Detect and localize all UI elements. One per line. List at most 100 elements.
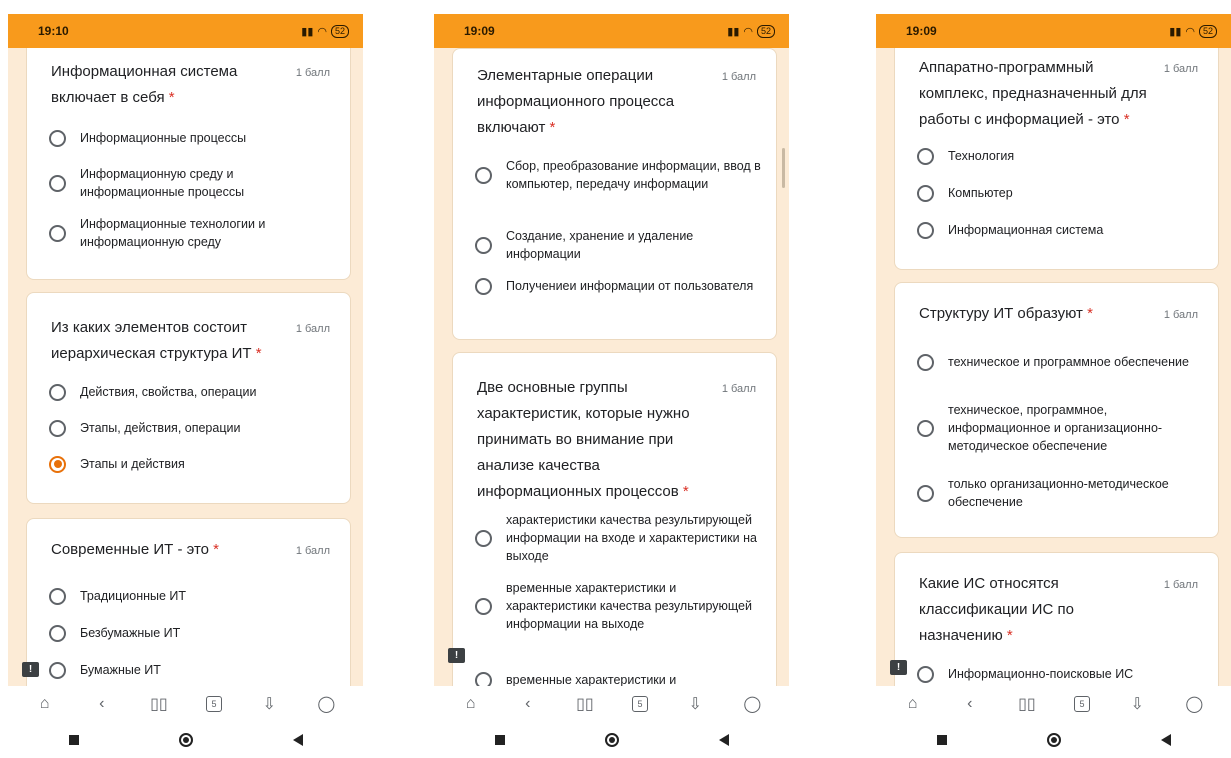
download-icon[interactable]: ⇩ — [685, 694, 705, 714]
tabs-icon[interactable]: 5 — [206, 696, 223, 712]
option[interactable]: Этапы, действия, операции — [49, 419, 339, 437]
profile-icon[interactable]: ◯ — [742, 694, 762, 714]
status-icons: ▮▮ ◠ 52 — [727, 24, 775, 38]
radio-button[interactable] — [917, 184, 934, 202]
radio-button-selected[interactable] — [49, 455, 66, 473]
book-icon[interactable]: ▯▯ — [1017, 694, 1037, 714]
tabs-icon[interactable]: 5 — [1074, 696, 1091, 712]
back-triangle-icon[interactable] — [1160, 734, 1171, 746]
home-icon[interactable]: ⌂ — [903, 694, 923, 714]
option[interactable]: техническое, программное, информационное… — [917, 401, 1207, 455]
radio-button[interactable] — [917, 419, 934, 437]
radio-button[interactable] — [475, 236, 492, 254]
form-content[interactable]: Информационная система включает в себя *… — [8, 48, 363, 686]
home-icon[interactable]: ⌂ — [35, 694, 55, 714]
option[interactable]: характеристики качества результирующей и… — [475, 511, 765, 565]
form-content[interactable]: Аппаратно-программный комплекс, предназн… — [876, 48, 1231, 686]
system-nav-bar — [876, 722, 1231, 758]
wifi-icon: ◠ — [743, 25, 753, 38]
feedback-icon[interactable]: ! — [22, 662, 39, 677]
status-time: 19:09 — [464, 24, 495, 38]
option[interactable]: временные характеристики и — [475, 671, 765, 686]
system-nav-bar — [8, 722, 363, 758]
browser-toolbar: ⌂ ‹ ▯▯ 5 ⇩ ◯ — [876, 686, 1231, 722]
option[interactable]: Бумажные ИТ — [49, 661, 339, 679]
radio-button[interactable] — [917, 221, 934, 239]
question-card: Две основные группы характеристик, котор… — [452, 352, 777, 686]
home-icon[interactable]: ⌂ — [461, 694, 481, 714]
radio-button[interactable] — [917, 147, 934, 165]
back-icon[interactable]: ‹ — [92, 694, 112, 714]
question-card: Какие ИС относятся классификации ИС по н… — [894, 552, 1219, 686]
download-icon[interactable]: ⇩ — [259, 694, 279, 714]
option[interactable]: Информационно-поисковые ИС — [917, 665, 1207, 683]
radio-button[interactable] — [475, 277, 492, 295]
browser-toolbar: ⌂ ‹ ▯▯ 5 ⇩ ◯ — [8, 686, 363, 722]
option[interactable]: временные характеристики и характеристик… — [475, 579, 765, 633]
option[interactable]: Компьютер — [917, 184, 1207, 202]
question-text: Элементарные операции информационного пр… — [477, 67, 675, 136]
back-triangle-icon[interactable] — [718, 734, 729, 746]
radio-button[interactable] — [917, 353, 934, 371]
option[interactable]: Безбумажные ИТ — [49, 624, 339, 642]
radio-button[interactable] — [49, 174, 66, 192]
option[interactable]: Создание, хранение и удаление информации — [475, 227, 765, 263]
radio-button[interactable] — [475, 166, 492, 184]
back-icon[interactable]: ‹ — [960, 694, 980, 714]
question-text: Какие ИС относятся классификации ИС по н… — [919, 575, 1074, 644]
question-text: Современные ИТ - это * — [51, 541, 219, 558]
option[interactable]: Этапы и действия — [49, 455, 339, 473]
battery-icon: 52 — [1198, 24, 1217, 38]
book-icon[interactable]: ▯▯ — [149, 694, 169, 714]
radio-button[interactable] — [49, 587, 66, 605]
status-bar: 19:09 ▮▮ ◠ 52 — [876, 14, 1231, 48]
home-button-icon[interactable] — [1046, 733, 1061, 747]
status-bar: 19:10 ▮▮ ◠ 52 — [8, 14, 363, 48]
option[interactable]: только организационно-методическое обесп… — [917, 475, 1207, 511]
option[interactable]: Сбор, преобразование информации, ввод в … — [475, 157, 765, 193]
download-icon[interactable]: ⇩ — [1127, 694, 1147, 714]
option[interactable]: Информационные процессы — [49, 129, 339, 147]
wifi-icon: ◠ — [317, 25, 327, 38]
option[interactable]: Информационная система — [917, 221, 1207, 239]
radio-button[interactable] — [475, 597, 492, 615]
status-bar: 19:09 ▮▮ ◠ 52 — [434, 14, 789, 48]
option[interactable]: Получениеи информации от пользователя — [475, 277, 765, 295]
profile-icon[interactable]: ◯ — [316, 694, 336, 714]
recents-icon[interactable] — [494, 735, 505, 745]
profile-icon[interactable]: ◯ — [1184, 694, 1204, 714]
radio-button[interactable] — [475, 671, 492, 686]
option[interactable]: Действия, свойства, операции — [49, 383, 339, 401]
radio-button[interactable] — [475, 529, 492, 547]
radio-button[interactable] — [49, 419, 66, 437]
question-text: Две основные группы характеристик, котор… — [477, 379, 690, 500]
option[interactable]: техническое и программное обеспечение — [917, 353, 1207, 371]
radio-button[interactable] — [49, 624, 66, 642]
status-icons: ▮▮ ◠ 52 — [1169, 24, 1217, 38]
scrollbar[interactable] — [782, 148, 785, 188]
form-content[interactable]: Элементарные операции информационного пр… — [434, 48, 789, 686]
option[interactable]: Традиционные ИТ — [49, 587, 339, 605]
option[interactable]: Информационные технологии и информационн… — [49, 215, 339, 251]
radio-button[interactable] — [917, 665, 934, 683]
question-text: Из каких элементов состоит иерархическая… — [51, 319, 262, 362]
radio-button[interactable] — [917, 484, 934, 502]
recents-icon[interactable] — [936, 735, 947, 745]
home-button-icon[interactable] — [178, 733, 193, 747]
radio-button[interactable] — [49, 129, 66, 147]
radio-button[interactable] — [49, 224, 66, 242]
book-icon[interactable]: ▯▯ — [575, 694, 595, 714]
feedback-icon[interactable]: ! — [890, 660, 907, 675]
option[interactable]: Информационную среду и информационные пр… — [49, 165, 339, 201]
radio-button[interactable] — [49, 661, 66, 679]
feedback-icon[interactable]: ! — [448, 648, 465, 663]
tabs-icon[interactable]: 5 — [632, 696, 649, 712]
back-icon[interactable]: ‹ — [518, 694, 538, 714]
points-label: 1 балл — [1163, 63, 1198, 75]
browser-toolbar: ⌂ ‹ ▯▯ 5 ⇩ ◯ — [434, 686, 789, 722]
recents-icon[interactable] — [68, 735, 79, 745]
option[interactable]: Технология — [917, 147, 1207, 165]
radio-button[interactable] — [49, 383, 66, 401]
home-button-icon[interactable] — [604, 733, 619, 747]
back-triangle-icon[interactable] — [292, 734, 303, 746]
